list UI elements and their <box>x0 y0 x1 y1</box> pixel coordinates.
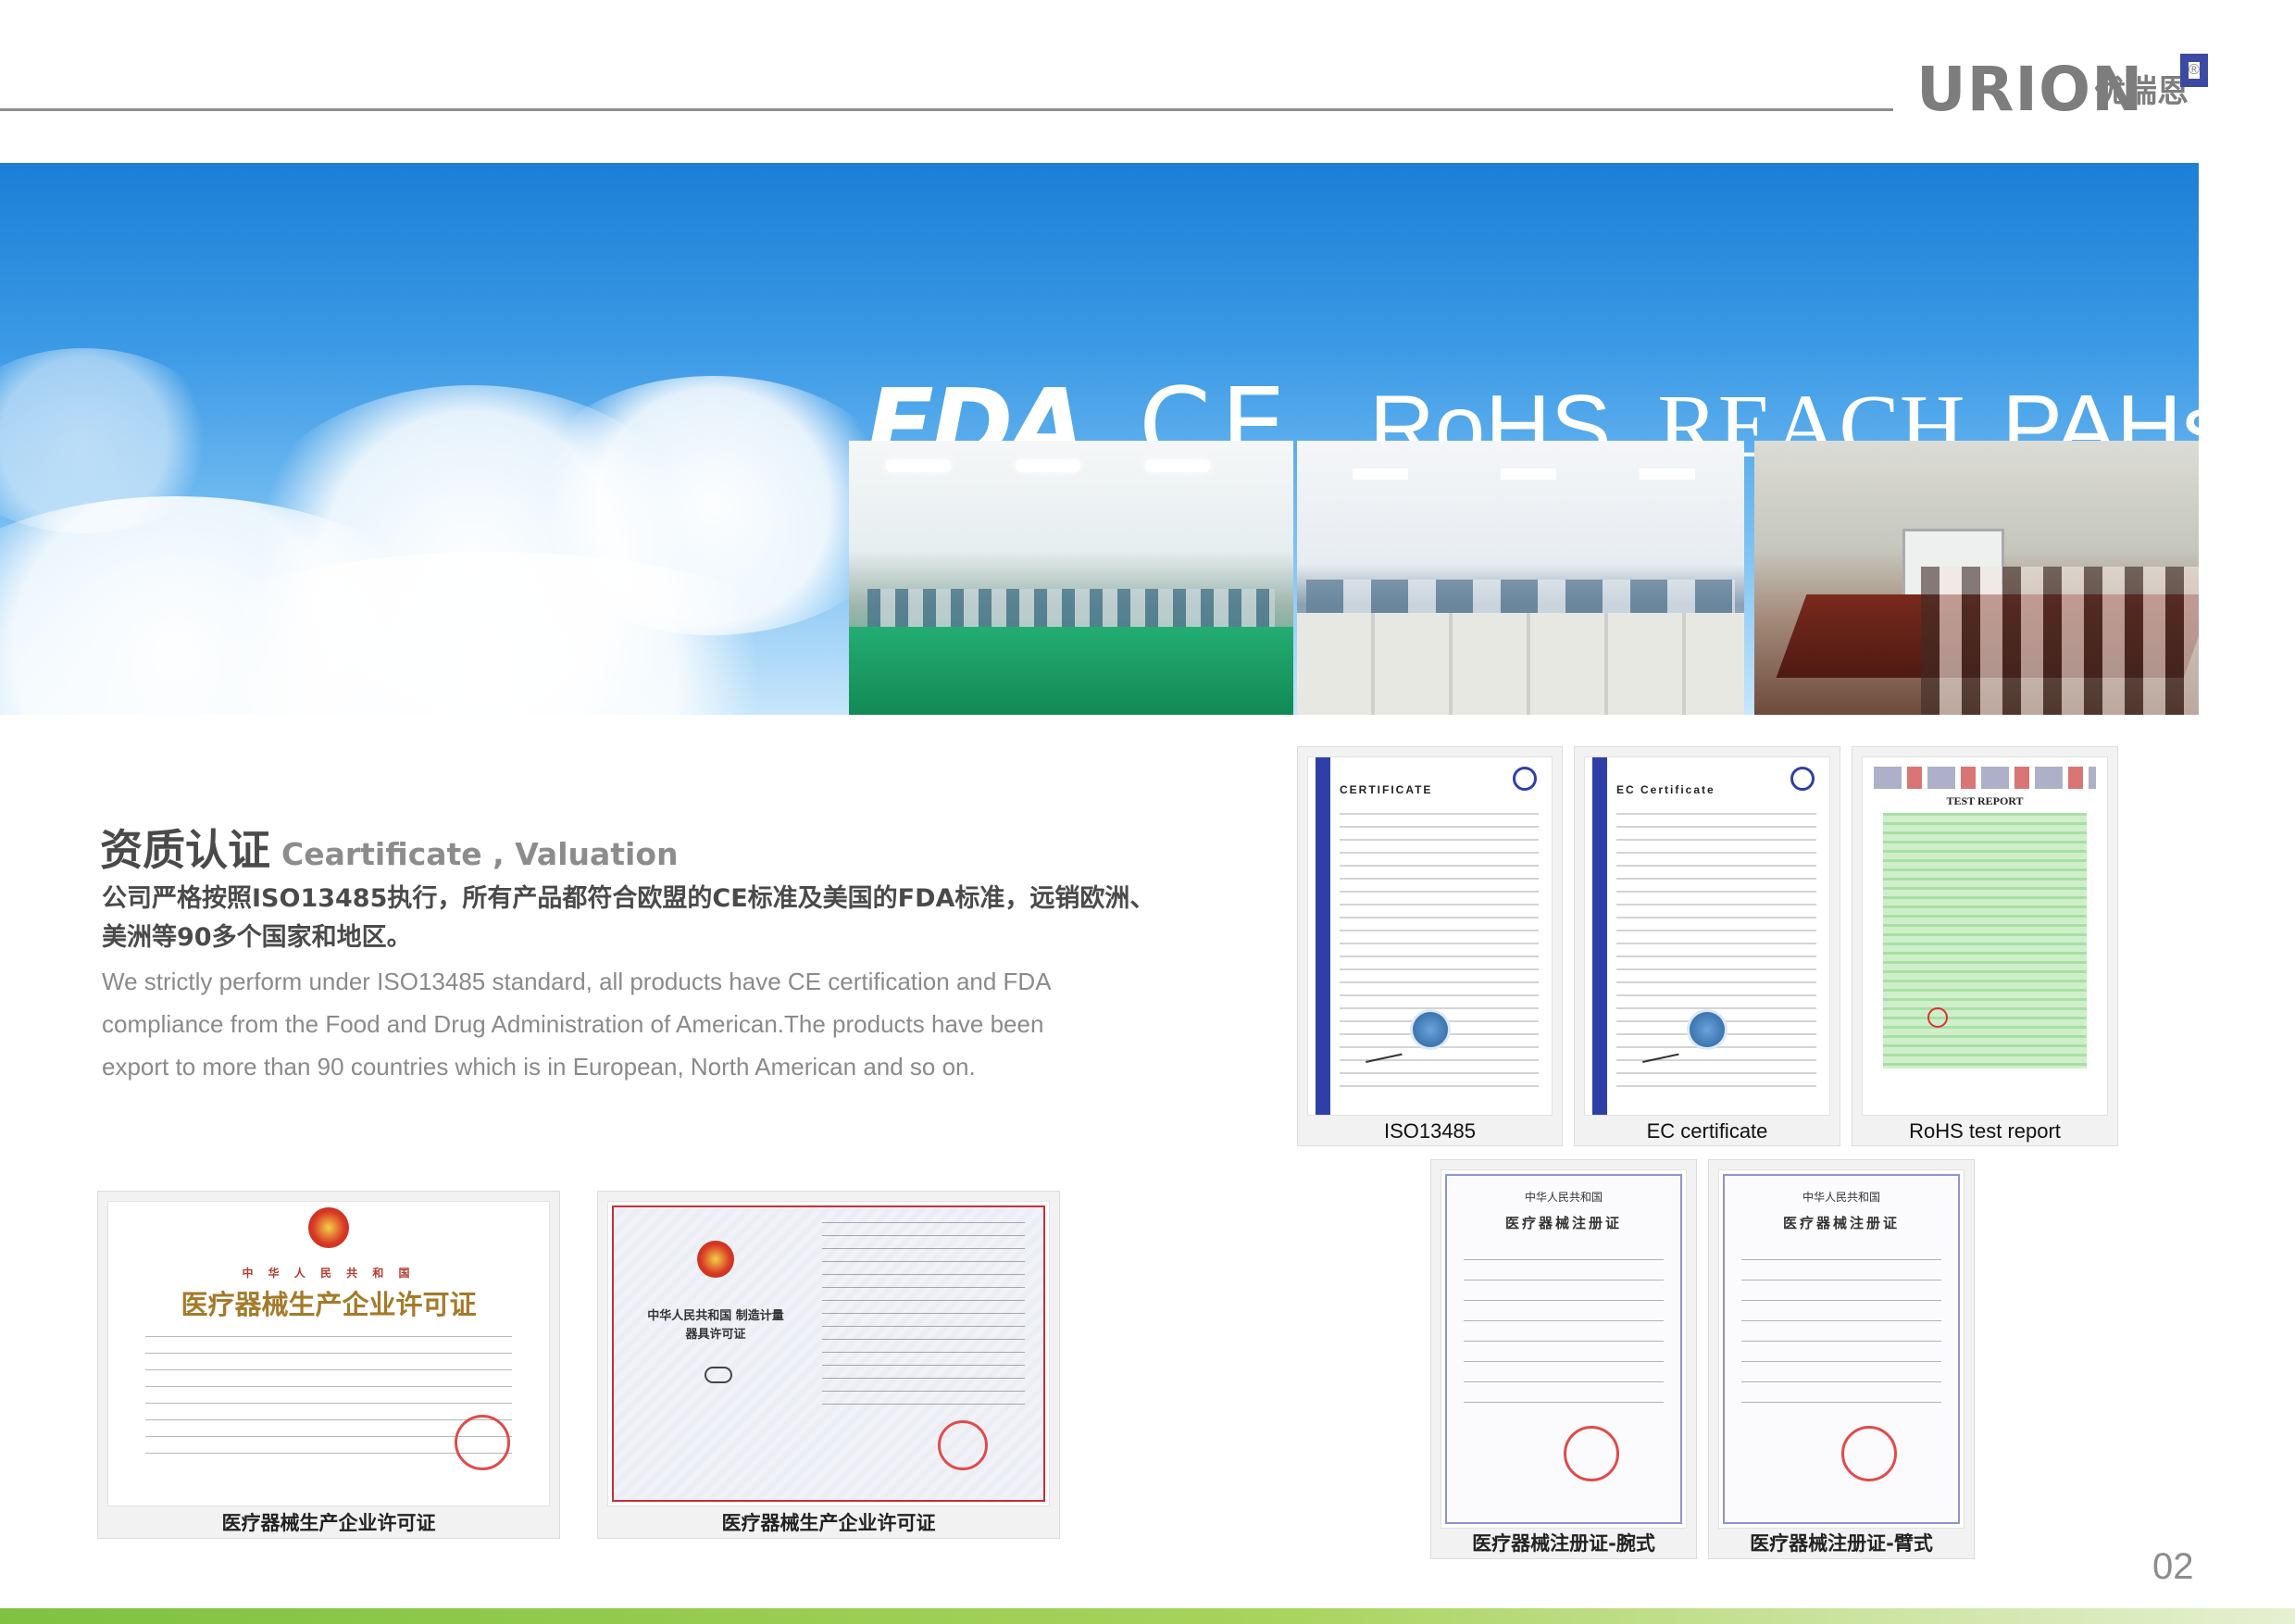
intro-line: export to more than 90 countries which i… <box>102 1053 976 1081</box>
national-emblem-icon <box>308 1207 349 1248</box>
certificate-doc-title: 中华人民共和国 制造计量器具许可证 <box>647 1309 784 1342</box>
certificate-card-iso13485: CERTIFICATE ISO13485 <box>1297 746 1563 1146</box>
certificate-caption: 医疗器械注册证-腕式 <box>1472 1532 1655 1555</box>
certificate-caption: ISO13485 <box>1383 1119 1477 1143</box>
certificate-inner-frame: 中华人民共和国 制造计量器具许可证 <box>612 1206 1045 1502</box>
certificate-doc-header: 中华人民共和国 <box>1802 1191 1880 1204</box>
section-title-cn: 资质认证 <box>100 825 270 875</box>
intro-line: compliance from the Food and Drug Admini… <box>102 1010 1044 1038</box>
stamp-icon <box>938 1420 988 1470</box>
certificate-document: EC Certificate <box>1584 756 1830 1116</box>
lab-logos <box>1874 767 2096 789</box>
office-photo <box>1297 441 1744 715</box>
certificate-inner-frame: 中华人民共和国 医疗器械注册证 <box>1445 1174 1682 1524</box>
registered-mark: ® <box>2180 54 2208 87</box>
certificate-caption: EC certificate <box>1646 1119 1768 1143</box>
certificate-document: 中华人民共和国 医疗器械注册证 <box>1718 1169 1964 1529</box>
certificate-doc-title: 医疗器械生产企业许可证 <box>181 1289 477 1320</box>
certificate-doc-header: 中 华 人 民 共 和 国 <box>242 1267 416 1280</box>
certificate-caption: 医疗器械生产企业许可证 <box>221 1512 436 1534</box>
brand-cn-name: 优瑞恩 <box>2094 73 2189 110</box>
footer-bar <box>0 1608 2295 1624</box>
certificate-doc-title: TEST REPORT <box>1946 794 2024 807</box>
ceiling-lamp <box>1145 459 1210 472</box>
certificate-document: TEST REPORT <box>1862 756 2108 1116</box>
section-title: 资质认证 Ceartificate , Valuation <box>100 817 679 878</box>
green-floor <box>849 627 1293 715</box>
tuv-seal-icon <box>1513 767 1537 791</box>
certificate-doc-header: 中华人民共和国 <box>1524 1191 1603 1204</box>
section-title-en: Ceartificate , Valuation <box>281 836 679 872</box>
intro-paragraph-cn: 公司严格按照ISO13485执行，所有产品都符合欧盟的CE标准及美国的FDA标准… <box>102 884 1155 952</box>
tuv-badge-icon <box>1410 1009 1451 1050</box>
certificate-inner-frame: 中华人民共和国 医疗器械注册证 <box>1723 1174 1960 1524</box>
stamp-icon <box>1564 1426 1619 1481</box>
report-body <box>1883 813 2087 1068</box>
brand-logo: URION 优瑞恩 ® <box>1916 54 2222 122</box>
ceiling-lamp <box>1016 459 1080 472</box>
certificate-card-registration-wrist: 中华人民共和国 医疗器械注册证 医疗器械注册证-腕式 <box>1430 1159 1697 1559</box>
certificate-card-measuring-license: 中华人民共和国 制造计量器具许可证 医疗器械生产企业许可证 <box>597 1191 1060 1539</box>
certificate-caption: 医疗器械注册证-臂式 <box>1750 1532 1933 1555</box>
certificate-card-rohs: TEST REPORT RoHS test report <box>1852 746 2118 1146</box>
certificate-document: 中华人民共和国 医疗器械注册证 <box>1441 1169 1687 1529</box>
meeting-room-photo <box>1754 441 2199 715</box>
ceiling-lamp <box>1353 468 1408 480</box>
certificate-text-lines <box>1741 1259 1941 1417</box>
certificate-caption: RoHS test report <box>1909 1119 2061 1143</box>
meeting-attendees <box>1921 567 2199 715</box>
certificate-text-lines <box>822 1222 1025 1417</box>
certificate-side-strip <box>1592 757 1607 1115</box>
national-emblem-icon <box>697 1241 734 1278</box>
ceiling-lamp <box>1501 468 1556 480</box>
certificate-card-production-license: 中 华 人 民 共 和 国 医疗器械生产企业许可证 医疗器械生产企业许可证 <box>97 1191 560 1539</box>
stamp-icon <box>1927 1007 1948 1028</box>
certificate-caption: 医疗器械生产企业许可证 <box>721 1512 936 1534</box>
certificate-doc-title: 医疗器械注册证 <box>1782 1215 1900 1231</box>
workstation-row <box>867 589 1275 628</box>
certificate-document: 中华人民共和国 制造计量器具许可证 <box>607 1201 1050 1506</box>
tuv-badge-icon <box>1687 1009 1727 1050</box>
certificate-document: CERTIFICATE <box>1307 756 1553 1116</box>
page-number: 02 <box>2152 1546 2194 1587</box>
certificate-card-registration-arm: 中华人民共和国 医疗器械注册证 医疗器械注册证-臂式 <box>1708 1159 1975 1559</box>
certificate-document: 中 华 人 民 共 和 国 医疗器械生产企业许可证 <box>107 1201 550 1506</box>
ceiling-lamp <box>1640 468 1695 480</box>
certificate-doc-title: EC Certificate <box>1616 783 1715 796</box>
office-cabinets <box>1297 613 1744 715</box>
stamp-icon <box>1841 1426 1897 1481</box>
intro-line: We strictly perform under ISO13485 stand… <box>102 968 1052 995</box>
factory-workshop-photo <box>849 441 1293 715</box>
cmc-mark-icon <box>705 1367 732 1383</box>
certificate-side-strip <box>1316 757 1330 1115</box>
certificate-doc-title: 医疗器械注册证 <box>1504 1215 1622 1231</box>
certificate-doc-title: CERTIFICATE <box>1340 783 1433 796</box>
certificate-text-lines <box>1464 1259 1664 1417</box>
tuv-seal-icon <box>1790 767 1815 791</box>
ceiling-lamp <box>886 459 951 472</box>
certificate-card-ec: EC Certificate EC certificate <box>1574 746 1840 1146</box>
intro-paragraph-en: We strictly perform under ISO13485 stand… <box>102 960 1204 1088</box>
stamp-icon <box>455 1415 510 1470</box>
header-rule <box>0 108 1893 111</box>
